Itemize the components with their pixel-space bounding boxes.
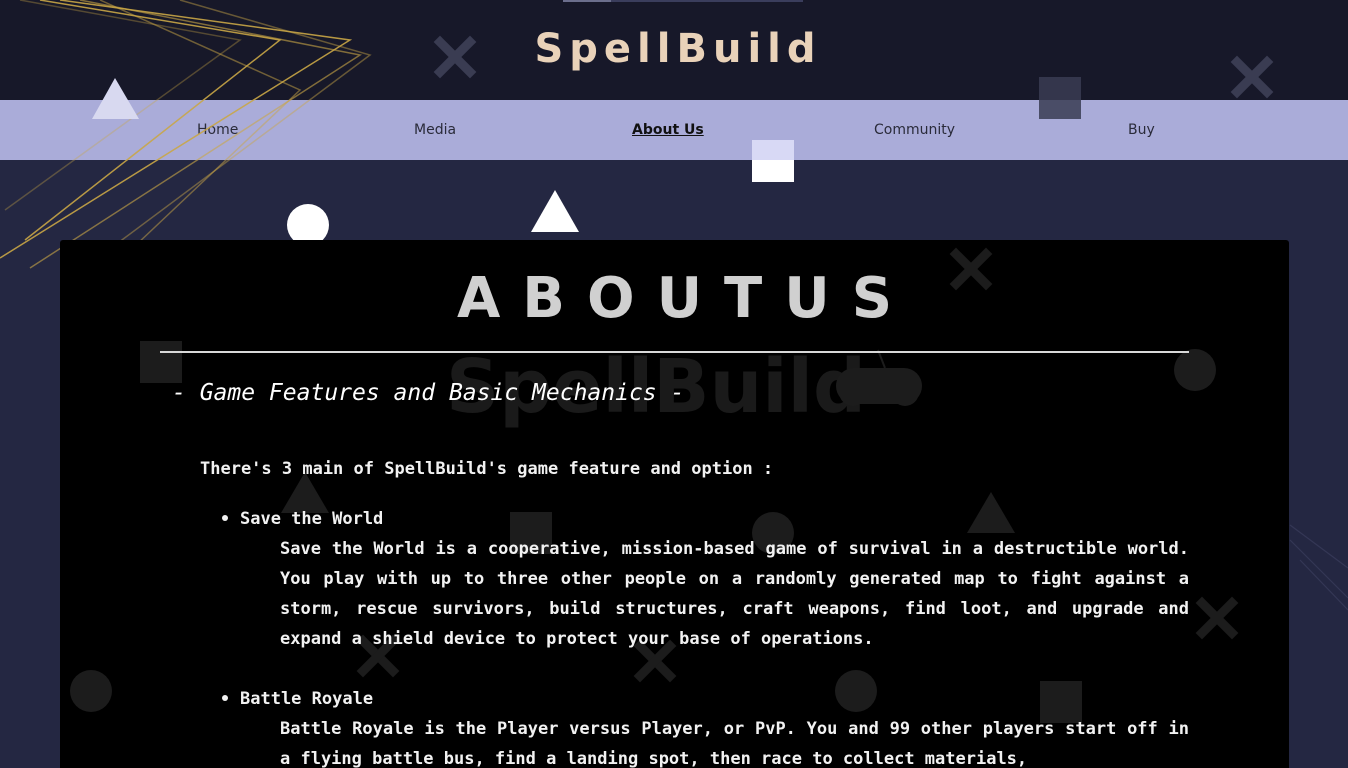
nav-item-home[interactable]: Home	[197, 100, 238, 160]
site-logo-text[interactable]: SpellBuild	[0, 24, 1348, 74]
feature-item: Save the World Save the World is a coope…	[220, 504, 1230, 654]
section-heading: - Game Features and Basic Mechanics -	[172, 380, 685, 406]
nav-item-about-us[interactable]: About Us	[632, 100, 704, 160]
nav-item-buy[interactable]: Buy	[1128, 100, 1155, 160]
circle-icon	[70, 670, 112, 712]
nav-item-community[interactable]: Community	[874, 100, 955, 160]
feature-title: Battle Royale	[220, 684, 1230, 714]
bullet-icon	[222, 695, 228, 701]
intro-text: There's 3 main of SpellBuild's game feat…	[200, 459, 774, 479]
feature-title-text: Battle Royale	[240, 689, 374, 709]
feature-description: Save the World is a cooperative, mission…	[280, 539, 1189, 649]
circle-icon	[1174, 349, 1216, 391]
triangle-icon	[531, 190, 579, 232]
header-accent-marker	[563, 0, 611, 2]
main-nav: Home Media About Us Community Buy	[0, 100, 1348, 160]
site-header: SpellBuild	[0, 0, 1348, 100]
feature-title: Save the World	[220, 504, 1230, 534]
about-panel: SpellBuild ABOUTUS - Game Features and B…	[60, 240, 1289, 768]
bullet-icon	[222, 515, 228, 521]
nav-item-media[interactable]: Media	[414, 100, 456, 160]
feature-title-text: Save the World	[240, 509, 384, 529]
feature-item: Battle Royale Battle Royale is the Playe…	[220, 684, 1230, 768]
page: SpellBuild Home Media About Us Community…	[0, 0, 1348, 768]
feature-description: Battle Royale is the Player versus Playe…	[280, 719, 1189, 768]
title-divider	[160, 351, 1189, 353]
page-title: ABOUTUS	[456, 266, 915, 331]
